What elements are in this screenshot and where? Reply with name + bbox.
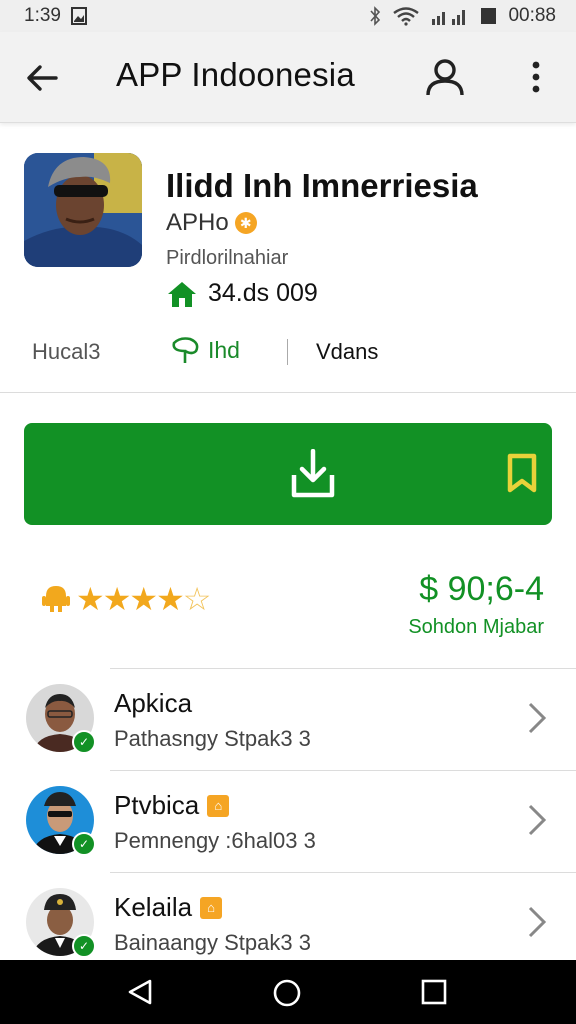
info-tabs: Hucal3 Ihd Vdans bbox=[0, 335, 576, 381]
home-icon bbox=[168, 281, 196, 307]
list-item-name: Ptvbica ⌂ bbox=[114, 790, 230, 821]
list-item-subtitle: Pathasngy Stpak3 3 bbox=[114, 726, 311, 751]
nav-home-icon[interactable] bbox=[272, 978, 302, 1008]
nav-recents-icon[interactable] bbox=[420, 978, 448, 1006]
list-item[interactable]: ✓ Ptvbica ⌂ Pemnengy :6hal03 3 bbox=[0, 772, 576, 874]
lock-badge-icon: ⌂ bbox=[207, 794, 230, 817]
chevron-right-icon bbox=[528, 906, 547, 938]
rating-row: ★★★★☆ $ 90;6-4 Sohdon Mjabar bbox=[0, 560, 576, 650]
tab-divider bbox=[287, 339, 288, 365]
star-icon: ★ bbox=[156, 581, 185, 617]
tab-second[interactable]: Ihd bbox=[170, 335, 240, 365]
app-header: Ilidd Inh Imnerriesia APHo ✱ Pirdlorilna… bbox=[0, 123, 576, 391]
price: $ 90;6-4 bbox=[419, 570, 544, 608]
count-row: 34.ds 009 bbox=[166, 279, 318, 308]
verified-check-icon: ✓ bbox=[72, 832, 96, 856]
tab-third[interactable]: Vdans bbox=[316, 339, 378, 365]
developer-row[interactable]: APHo ✱ bbox=[166, 209, 257, 237]
install-count: 34.ds 009 bbox=[208, 279, 318, 307]
battery-icon bbox=[481, 8, 497, 24]
account-icon[interactable] bbox=[424, 56, 466, 98]
app-bar: APP Indoonesia bbox=[0, 32, 576, 123]
leaf-icon bbox=[172, 337, 199, 363]
app-category: Pirdlorilnahiar bbox=[166, 247, 289, 269]
star-rating: ★★★★☆ bbox=[76, 580, 212, 618]
wifi-icon bbox=[393, 7, 420, 26]
star-icon: ★ bbox=[129, 581, 158, 617]
android-icon bbox=[42, 586, 70, 612]
status-bar: 1:39 00:88 bbox=[0, 0, 576, 32]
list-divider bbox=[110, 668, 576, 669]
list-item-subtitle: Pemnengy :6hal03 3 bbox=[114, 828, 316, 853]
tab-first[interactable]: Hucal3 bbox=[32, 339, 100, 365]
signal-icon bbox=[432, 10, 466, 25]
star-icon: ★ bbox=[102, 581, 132, 617]
download-icon bbox=[291, 449, 335, 498]
list-divider bbox=[110, 872, 576, 873]
verified-check-icon: ✓ bbox=[72, 730, 96, 754]
status-left: 1:39 bbox=[24, 5, 87, 27]
list-item-name: Kelaila ⌂ bbox=[114, 892, 223, 923]
list-item-subtitle: Bainaangy Stpak3 3 bbox=[114, 930, 311, 955]
system-nav-bar bbox=[0, 960, 576, 1024]
status-time: 1:39 bbox=[24, 5, 61, 26]
bookmark-icon[interactable] bbox=[506, 453, 538, 493]
app-icon bbox=[24, 153, 142, 267]
chevron-right-icon bbox=[528, 804, 547, 836]
app-name: Ilidd Inh Imnerriesia bbox=[166, 167, 478, 204]
lock-badge-icon: ⌂ bbox=[200, 896, 223, 919]
list-item-title: Ptvbica bbox=[114, 790, 200, 820]
list-divider bbox=[110, 770, 576, 771]
page-title: APP Indoonesia bbox=[116, 56, 355, 93]
divider bbox=[0, 392, 576, 393]
chevron-right-icon bbox=[528, 702, 547, 734]
list-item-title: Apkica bbox=[114, 688, 193, 718]
list-item-title: Kelaila bbox=[114, 892, 193, 922]
image-icon bbox=[70, 7, 87, 25]
list-item[interactable]: ✓ Apkica Pathasngy Stpak3 3 bbox=[0, 670, 576, 772]
status-right: 00:88 bbox=[368, 5, 556, 27]
tab-second-label: Ihd bbox=[208, 336, 240, 363]
nav-back-icon[interactable] bbox=[126, 978, 154, 1006]
status-clock: 00:88 bbox=[508, 5, 556, 26]
list-item-name: Apkica bbox=[114, 688, 192, 719]
app-icon-portrait bbox=[24, 153, 142, 267]
price-subtitle: Sohdon Mjabar bbox=[408, 616, 544, 638]
developer-name[interactable]: APHo bbox=[166, 209, 229, 237]
star-outline-icon: ☆ bbox=[182, 581, 212, 617]
verified-badge-icon: ✱ bbox=[234, 212, 257, 234]
back-arrow-icon[interactable] bbox=[22, 58, 62, 98]
install-button[interactable] bbox=[24, 423, 552, 525]
star-icon: ★ bbox=[76, 581, 105, 617]
more-vert-icon[interactable] bbox=[524, 58, 548, 98]
verified-check-icon: ✓ bbox=[72, 934, 96, 958]
bluetooth-icon bbox=[370, 6, 381, 26]
